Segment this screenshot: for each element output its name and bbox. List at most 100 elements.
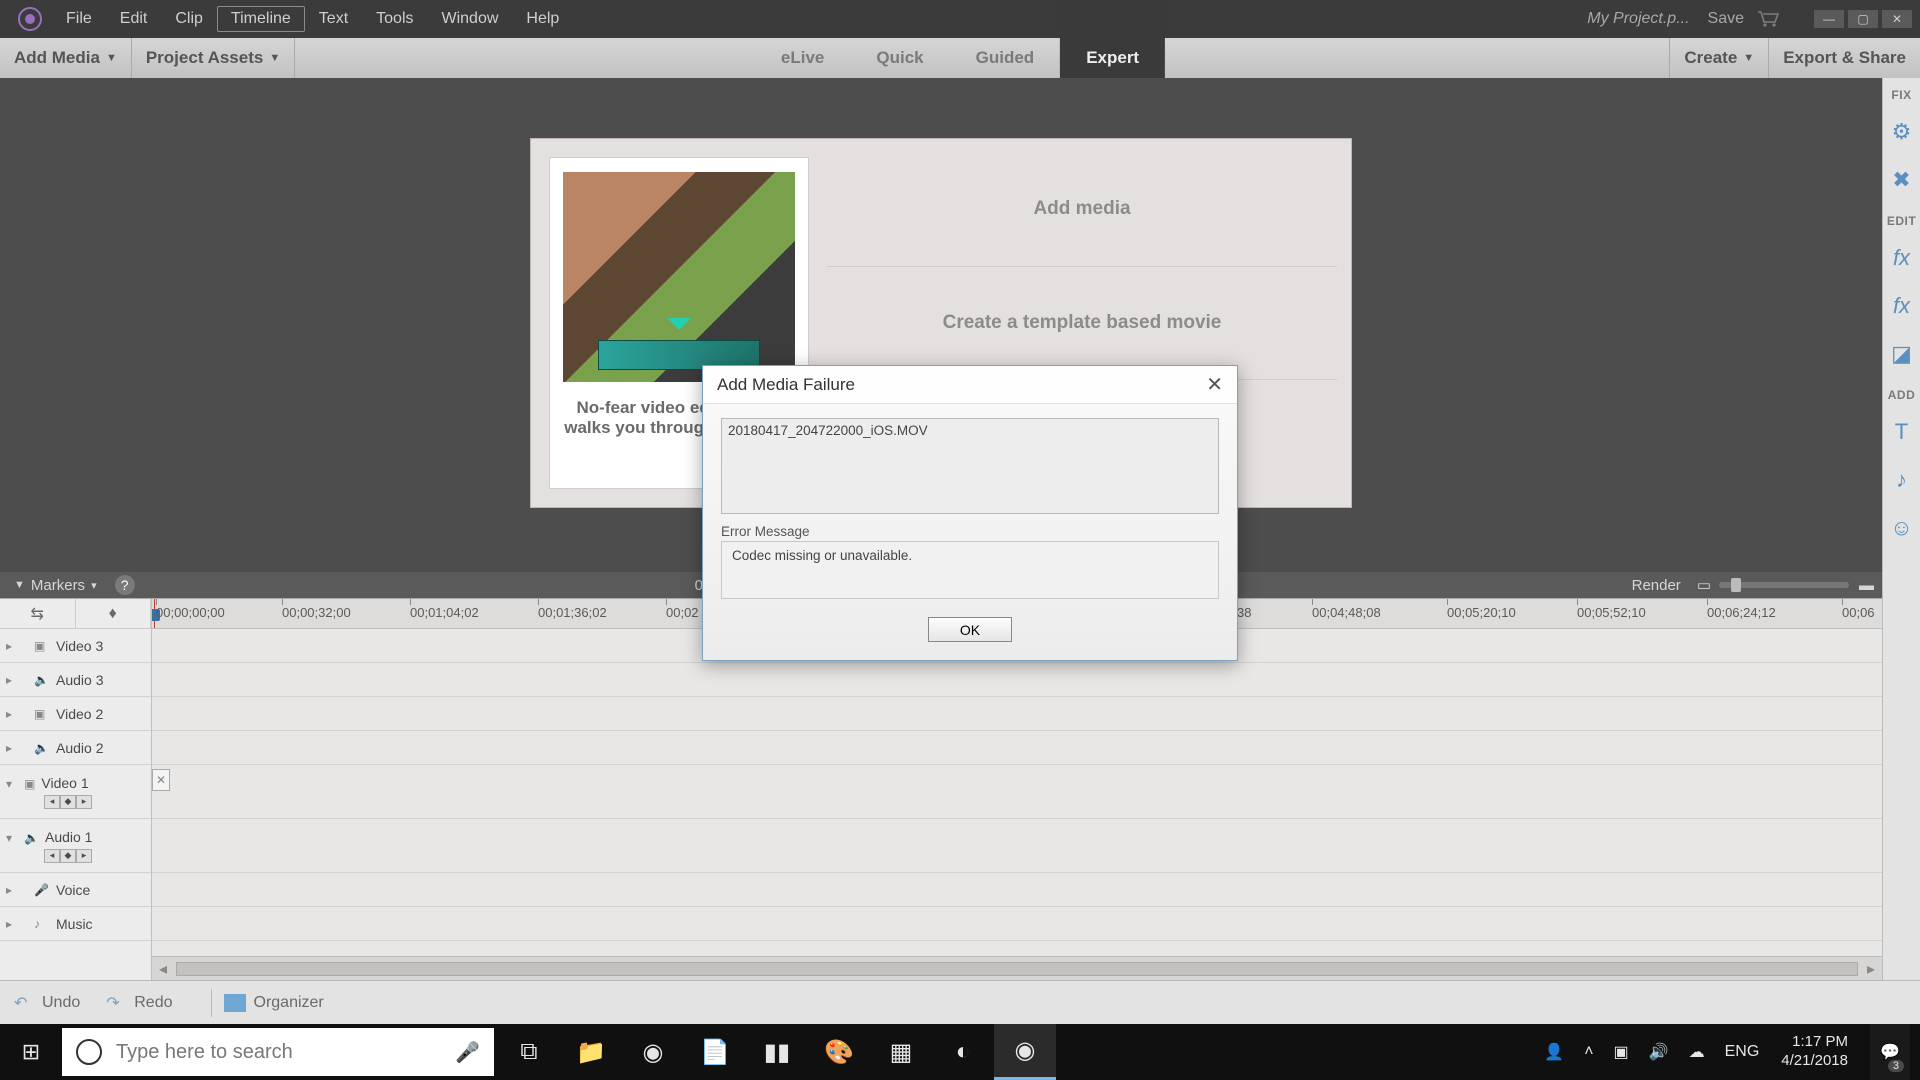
track-row[interactable] [152, 663, 1882, 697]
markers-button[interactable]: Markers [31, 577, 85, 594]
app-icon-1[interactable]: ▮▮ [746, 1024, 808, 1080]
language-indicator[interactable]: ENG [1725, 1043, 1760, 1061]
zoom-out-icon[interactable]: ▭ [1697, 576, 1711, 594]
track-video2[interactable]: ▸▣Video 2 [0, 697, 151, 731]
menu-file[interactable]: File [52, 6, 106, 32]
welcome-template-movie[interactable]: Create a template based movie [827, 266, 1337, 380]
tray-chevron-icon[interactable]: ˄ [1584, 1043, 1593, 1061]
fx-star-icon[interactable]: fx [1888, 244, 1916, 272]
mic-icon[interactable]: 🎤 [455, 1040, 480, 1065]
track-music[interactable]: ▸♪Music [0, 907, 151, 941]
track-video3[interactable]: ▸▣Video 3 [0, 629, 151, 663]
organizer-icon [224, 994, 246, 1012]
timeline-tool-1[interactable]: ⇆ [0, 599, 76, 628]
file-explorer-icon[interactable]: 📁 [560, 1024, 622, 1080]
track-audio3[interactable]: ▸🔈Audio 3 [0, 663, 151, 697]
track-header: ⇆ ♦ ▸▣Video 3 ▸🔈Audio 3 ▸▣Video 2 ▸🔈Audi… [0, 599, 152, 980]
ok-button[interactable]: OK [928, 617, 1012, 642]
ruler-tick: 00;01;36;02 [538, 605, 607, 620]
track-row[interactable] [152, 731, 1882, 765]
premiere-elements-icon[interactable]: ◉ [994, 1024, 1056, 1080]
menu-clip[interactable]: Clip [161, 6, 217, 32]
window-close[interactable]: ✕ [1882, 10, 1912, 28]
render-button[interactable]: Render [1632, 577, 1681, 594]
toolbar: Add Media▼ Project Assets▼ eLive Quick G… [0, 38, 1920, 78]
markers-caret-icon[interactable]: ▾ [91, 579, 97, 592]
battery-icon[interactable]: ▣ [1614, 1042, 1629, 1062]
failed-files-list: 20180417_204722000_iOS.MOV [721, 418, 1219, 514]
cart-icon[interactable] [1756, 10, 1780, 28]
undo-button[interactable]: ↶Undo [14, 993, 80, 1013]
save-button[interactable]: Save [1708, 10, 1744, 28]
fx-icon[interactable]: fx [1888, 292, 1916, 320]
ruler-tick: 38 [1237, 605, 1251, 620]
music-icon[interactable]: ♪ [1888, 466, 1916, 494]
timeline-scrollbar[interactable]: ◂ ▸ [152, 956, 1882, 980]
track-audio1[interactable]: ▾🔈Audio 1◂◆▸ [0, 819, 151, 873]
add-media-button[interactable]: Add Media▼ [0, 38, 132, 78]
track-row[interactable] [152, 697, 1882, 731]
menu-text[interactable]: Text [305, 6, 362, 32]
titles-icon[interactable]: T [1888, 418, 1916, 446]
calculator-icon[interactable]: ▦ [870, 1024, 932, 1080]
scroll-thumb[interactable] [176, 962, 1858, 976]
edit-label: EDIT [1887, 214, 1916, 228]
playhead[interactable] [154, 599, 155, 628]
menu-timeline[interactable]: Timeline [217, 6, 305, 32]
error-message-text: Codec missing or unavailable. [721, 541, 1219, 599]
timeline-tool-2[interactable]: ♦ [76, 599, 152, 628]
ruler-tick: 00;00;32;00 [282, 605, 351, 620]
welcome-add-media[interactable]: Add media [827, 153, 1337, 266]
track-row[interactable]: ✕ [152, 765, 1882, 819]
start-button[interactable]: ⊞ [0, 1024, 62, 1080]
app-footer: ↶Undo ↷Redo Organizer [0, 980, 1920, 1024]
graphics-icon[interactable]: ☺ [1888, 514, 1916, 542]
track-video1[interactable]: ▾▣Video 1◂◆▸ [0, 765, 151, 819]
chrome-icon[interactable]: ◉ [622, 1024, 684, 1080]
people-icon[interactable]: 👤 [1544, 1042, 1564, 1062]
task-view-icon[interactable]: ⧉ [498, 1024, 560, 1080]
color-icon[interactable]: ◪ [1888, 340, 1916, 368]
ruler-tick: 00;02 [666, 605, 699, 620]
ruler-tick: 00;06 [1842, 605, 1875, 620]
scroll-left-icon[interactable]: ◂ [152, 959, 174, 979]
track-row[interactable] [152, 819, 1882, 873]
help-icon[interactable]: ? [115, 575, 135, 595]
notepad-icon[interactable]: 📄 [684, 1024, 746, 1080]
track-voice[interactable]: ▸🎤Voice [0, 873, 151, 907]
organizer-button[interactable]: Organizer [224, 994, 324, 1012]
create-button[interactable]: Create▼ [1669, 38, 1769, 78]
project-assets-button[interactable]: Project Assets▼ [132, 38, 295, 78]
zoom-slider[interactable] [1719, 582, 1849, 588]
chevron-down-icon[interactable]: ▼ [14, 579, 25, 591]
clip-stub[interactable]: ✕ [152, 769, 170, 791]
window-minimize[interactable]: — [1814, 10, 1844, 28]
onedrive-icon[interactable]: ☁ [1689, 1042, 1705, 1062]
window-maximize[interactable]: ▢ [1848, 10, 1878, 28]
adjust-sliders-icon[interactable]: ⚙ [1888, 118, 1916, 146]
zoom-in-icon[interactable]: ▬ [1859, 577, 1874, 594]
close-icon[interactable]: ✕ [1206, 372, 1223, 397]
menu-edit[interactable]: Edit [106, 6, 162, 32]
error-message-label: Error Message [721, 524, 1219, 539]
quicktime-icon[interactable]: ◐ [932, 1024, 994, 1080]
export-share-button[interactable]: Export & Share [1769, 38, 1920, 78]
tools-icon[interactable]: ✖ [1888, 166, 1916, 194]
windows-taskbar: ⊞ Type here to search 🎤 ⧉ 📁 ◉ 📄 ▮▮ 🎨 ▦ ◐… [0, 1024, 1920, 1080]
redo-button[interactable]: ↷Redo [106, 993, 172, 1013]
track-row[interactable] [152, 907, 1882, 941]
menu-help[interactable]: Help [512, 6, 573, 32]
track-audio2[interactable]: ▸🔈Audio 2 [0, 731, 151, 765]
action-center-icon[interactable]: 💬3 [1870, 1024, 1910, 1080]
clock[interactable]: 1:17 PM4/21/2018 [1781, 1033, 1848, 1071]
project-name: My Project.p... [1587, 10, 1689, 28]
dialog-titlebar: Add Media Failure ✕ [703, 366, 1237, 404]
search-box[interactable]: Type here to search 🎤 [62, 1028, 494, 1076]
paint-icon[interactable]: 🎨 [808, 1024, 870, 1080]
track-row[interactable] [152, 873, 1882, 907]
volume-icon[interactable]: 🔊 [1649, 1042, 1669, 1062]
menu-window[interactable]: Window [428, 6, 513, 32]
menu-tools[interactable]: Tools [362, 6, 427, 32]
scroll-right-icon[interactable]: ▸ [1860, 959, 1882, 979]
ruler-tick: 00;05;52;10 [1577, 605, 1646, 620]
